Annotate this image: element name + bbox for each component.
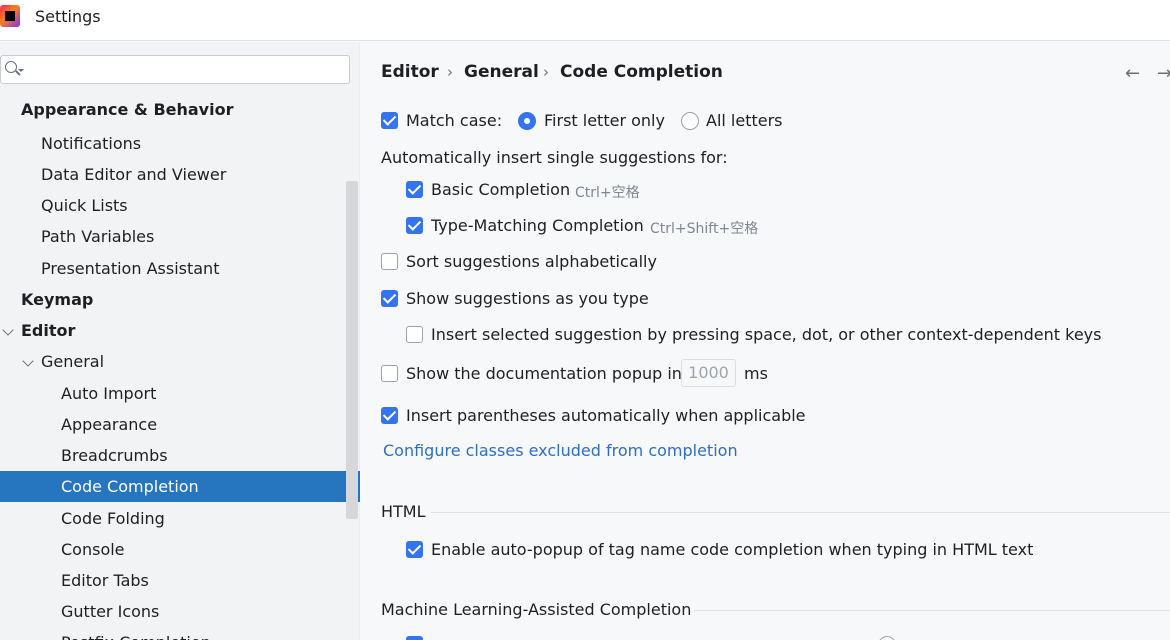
sidebar-item-label: Presentation Assistant [41, 259, 220, 278]
sidebar-item-label: Appearance [61, 415, 158, 434]
sidebar-item-label: Gutter Icons [61, 602, 160, 621]
sidebar-item-label: Console [61, 540, 125, 559]
show-as-type-label: Show suggestions as you type [406, 289, 649, 308]
doc-popup-delay-input[interactable]: 1000 [681, 359, 736, 387]
type-matching-shortcut: Ctrl+Shift+空格 [650, 221, 759, 237]
sort-alpha-label: Sort suggestions alphabetically [406, 252, 657, 271]
breadcrumb-general[interactable]: General [464, 62, 539, 82]
sidebar-item-appearance[interactable]: Appearance [0, 409, 360, 440]
breadcrumb-separator-icon: › [543, 63, 549, 81]
breadcrumb-code-completion: Code Completion [560, 62, 723, 82]
sidebar-item-presentation-assistant[interactable]: Presentation Assistant [0, 253, 360, 284]
insert-selected-checkbox[interactable] [406, 326, 423, 343]
ml-option-checkbox[interactable] [406, 636, 423, 640]
configure-excluded-classes-link[interactable]: Configure classes excluded from completi… [383, 441, 738, 460]
ml-section-title: Machine Learning-Assisted Completion [381, 600, 692, 619]
sidebar-item-label: Appearance & Behavior [21, 100, 234, 119]
breadcrumb-editor[interactable]: Editor [381, 62, 439, 82]
type-matching-checkbox[interactable] [406, 217, 423, 234]
sidebar-item-label: Editor Tabs [61, 571, 149, 590]
doc-popup-checkbox[interactable] [381, 365, 398, 382]
all-letters-label: All letters [706, 111, 783, 130]
arrow-right-icon[interactable]: → [1157, 63, 1170, 84]
sidebar-item-label: Editor [21, 321, 76, 340]
sidebar-item-gutter-icons[interactable]: Gutter Icons [0, 596, 360, 627]
html-auto-popup-label: Enable auto-popup of tag name code compl… [431, 540, 1034, 559]
sidebar-item-data-editor-viewer[interactable]: Data Editor and Viewer [0, 159, 360, 190]
sidebar-item-editor[interactable]: Editor [0, 315, 360, 346]
sidebar-item-label: Code Completion [61, 477, 199, 496]
doc-popup-unit: ms [744, 364, 768, 383]
sidebar-item-console[interactable]: Console [0, 534, 360, 565]
sidebar-item-notifications[interactable]: Notifications [0, 128, 360, 159]
sidebar-item-postfix-completion[interactable]: Postfix Completion [0, 627, 360, 640]
settings-sidebar: Appearance & Behavior Notifications Data… [0, 42, 360, 640]
sidebar-item-label: Code Folding [61, 509, 165, 528]
all-letters-radio[interactable] [681, 112, 699, 130]
sidebar-item-code-folding[interactable]: Code Folding [0, 503, 360, 534]
sidebar-item-general[interactable]: General [0, 346, 360, 377]
settings-content: Editor › General › Code Completion ← → M… [361, 42, 1170, 640]
sidebar-item-label: Keymap [21, 290, 94, 309]
sidebar-item-quick-lists[interactable]: Quick Lists [0, 190, 360, 221]
ml-option-radio[interactable] [878, 636, 896, 640]
sidebar-item-label: Auto Import [61, 384, 157, 403]
show-as-type-checkbox[interactable] [381, 290, 398, 307]
sidebar-item-appearance-behavior[interactable]: Appearance & Behavior [0, 94, 360, 125]
basic-completion-shortcut: Ctrl+空格 [575, 185, 640, 201]
sidebar-item-label: General [41, 352, 105, 371]
app-logo-icon [0, 5, 20, 27]
html-auto-popup-checkbox[interactable] [406, 541, 423, 558]
insert-selected-label: Insert selected suggestion by pressing s… [431, 325, 1102, 344]
first-letter-radio[interactable] [518, 112, 536, 130]
type-matching-label: Type-Matching Completion [431, 216, 644, 235]
sidebar-scrollbar[interactable] [346, 181, 358, 519]
insert-parens-checkbox[interactable] [381, 407, 398, 424]
basic-completion-label: Basic Completion [431, 180, 571, 199]
section-divider [431, 512, 1170, 513]
window-title: Settings [35, 7, 101, 26]
sidebar-item-label: Data Editor and Viewer [41, 165, 227, 184]
arrow-left-icon[interactable]: ← [1125, 63, 1140, 84]
sort-alpha-checkbox[interactable] [381, 253, 398, 270]
sidebar-item-label: Path Variables [41, 227, 155, 246]
sidebar-item-label: Quick Lists [41, 196, 128, 215]
breadcrumb-separator-icon: › [447, 63, 453, 81]
chevron-down-icon[interactable] [2, 324, 14, 336]
chevron-down-icon[interactable] [22, 355, 34, 367]
insert-parens-label: Insert parentheses automatically when ap… [406, 406, 806, 425]
search-input[interactable] [0, 55, 350, 84]
sidebar-item-breadcrumbs[interactable]: Breadcrumbs [0, 440, 360, 471]
sidebar-item-keymap[interactable]: Keymap [0, 284, 360, 315]
sidebar-item-label: Breadcrumbs [61, 446, 168, 465]
sidebar-item-path-variables[interactable]: Path Variables [0, 221, 360, 252]
doc-popup-label: Show the documentation popup in [406, 364, 682, 383]
sidebar-item-label: Postfix Completion [61, 627, 211, 640]
sidebar-item-code-completion[interactable]: Code Completion [0, 471, 360, 502]
html-section-title: HTML [381, 502, 426, 521]
auto-insert-heading: Automatically insert single suggestions … [381, 148, 728, 167]
first-letter-label: First letter only [544, 111, 665, 130]
basic-completion-checkbox[interactable] [406, 181, 423, 198]
sidebar-item-editor-tabs[interactable]: Editor Tabs [0, 565, 360, 596]
match-case-checkbox[interactable] [381, 112, 398, 129]
search-icon[interactable] [5, 61, 17, 73]
search-history-chevron-icon[interactable] [18, 69, 24, 72]
section-divider [694, 610, 1170, 611]
sidebar-item-auto-import[interactable]: Auto Import [0, 378, 360, 409]
title-bar: Settings [0, 0, 1170, 41]
match-case-label: Match case: [406, 111, 503, 130]
sidebar-item-label: Notifications [41, 134, 142, 153]
